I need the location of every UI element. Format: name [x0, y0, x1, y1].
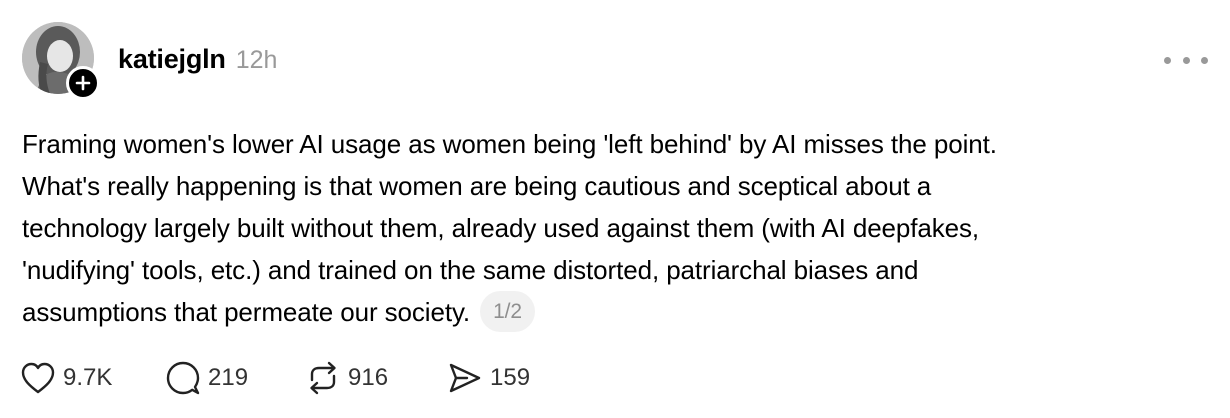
post-header: katiejgln 12h [118, 44, 277, 75]
post-text-line: 'nudifying' tools, etc.) and trained on … [22, 255, 919, 285]
post-text-line: assumptions that permeate our society. [22, 297, 471, 327]
avatar-container[interactable] [22, 22, 100, 100]
plus-icon [75, 75, 91, 91]
post-body: Framing women's lower AI usage as women … [22, 123, 1212, 335]
more-options-button[interactable] [1164, 50, 1208, 70]
send-icon [449, 363, 481, 393]
follow-button[interactable] [66, 66, 100, 100]
username-link[interactable]: katiejgln [118, 44, 226, 75]
like-button[interactable]: 9.7K [20, 361, 165, 395]
repost-count: 916 [348, 364, 389, 391]
like-count: 9.7K [63, 364, 113, 391]
share-count: 159 [490, 364, 531, 391]
share-button[interactable]: 159 [447, 361, 530, 395]
heart-icon [21, 362, 55, 394]
more-horizontal-icon [1164, 56, 1171, 64]
reply-count: 219 [208, 364, 249, 391]
post-timestamp[interactable]: 12h [236, 46, 278, 75]
post-text-line: technology largely built without them, a… [22, 213, 980, 243]
repost-icon [310, 361, 336, 395]
comment-bubble-icon [166, 361, 200, 395]
repost-button[interactable]: 916 [305, 360, 447, 396]
post-text-line: What's really happening is that women ar… [22, 171, 932, 201]
reply-button[interactable]: 219 [165, 360, 305, 396]
thread-page-indicator: 1/2 [480, 290, 535, 332]
post-text-line: Framing women's lower AI usage as women … [22, 129, 997, 159]
post-actions: 9.7K 219 916 159 [20, 360, 530, 396]
